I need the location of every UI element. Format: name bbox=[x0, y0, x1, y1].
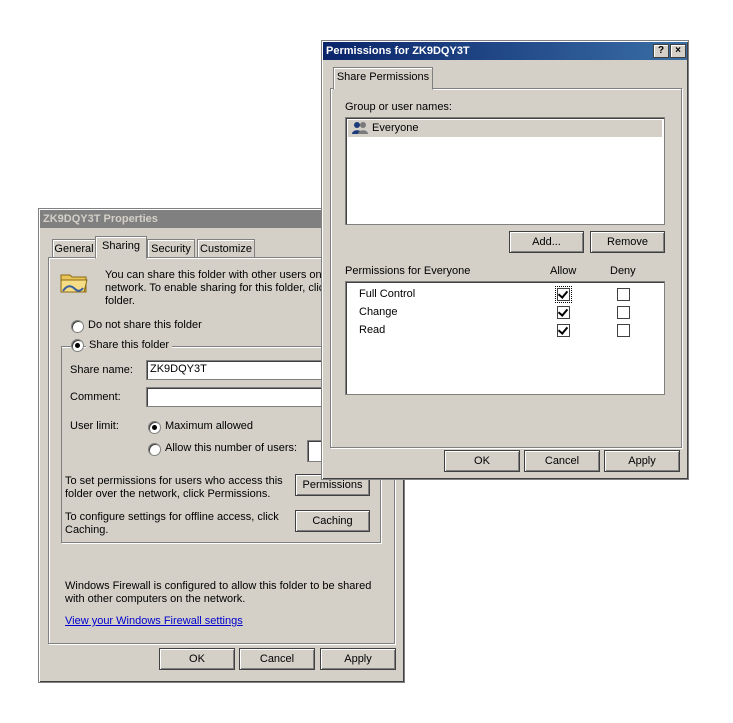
permissions-apply-button[interactable]: Apply bbox=[604, 450, 680, 472]
sharing-info-text: You can share this folder with other use… bbox=[105, 269, 331, 307]
full-control-deny-checkbox[interactable] bbox=[617, 288, 630, 301]
tab-sharing[interactable]: Sharing bbox=[95, 236, 147, 259]
allow-number-label[interactable]: Allow this number of users: bbox=[165, 442, 297, 454]
properties-apply-button[interactable]: Apply bbox=[320, 648, 396, 670]
comment-label: Comment: bbox=[70, 391, 121, 403]
tab-share-permissions[interactable]: Share Permissions bbox=[333, 67, 433, 90]
help-button[interactable]: ? bbox=[653, 44, 669, 58]
maximum-allowed-radio[interactable] bbox=[148, 421, 161, 434]
table-row: Full Control bbox=[346, 286, 664, 304]
change-allow-checkbox[interactable] bbox=[557, 306, 570, 319]
deny-header: Deny bbox=[610, 265, 636, 277]
permissions-list: Full Control Change Read bbox=[345, 281, 665, 395]
user-list[interactable]: Everyone bbox=[345, 117, 665, 225]
table-row: Change bbox=[346, 306, 664, 322]
table-row: Read bbox=[346, 324, 664, 340]
properties-ok-button[interactable]: OK bbox=[159, 648, 235, 670]
caching-button[interactable]: Caching bbox=[295, 510, 370, 532]
properties-cancel-button[interactable]: Cancel bbox=[239, 648, 315, 670]
share-this-folder-label[interactable]: Share this folder bbox=[86, 339, 173, 351]
read-allow-checkbox[interactable] bbox=[557, 324, 570, 337]
allow-header: Allow bbox=[550, 265, 577, 277]
permissions-window: Permissions for ZK9DQY3T ? × Share Permi… bbox=[321, 40, 689, 480]
close-button[interactable]: × bbox=[670, 44, 686, 58]
tab-customize[interactable]: Customize bbox=[197, 239, 255, 258]
do-not-share-label[interactable]: Do not share this folder bbox=[88, 319, 202, 331]
permissions-for-header: Permissions for Everyone bbox=[345, 265, 471, 277]
group-or-user-label: Group or user names: bbox=[345, 101, 452, 113]
shared-folder-icon bbox=[59, 267, 89, 297]
properties-title: ZK9DQY3T Properties bbox=[43, 213, 158, 225]
do-not-share-radio[interactable] bbox=[71, 320, 84, 333]
user-limit-label: User limit: bbox=[70, 420, 119, 432]
user-name-everyone: Everyone bbox=[372, 122, 419, 134]
permissions-ok-button[interactable]: OK bbox=[444, 450, 520, 472]
firewall-text: Windows Firewall is configured to allow … bbox=[65, 580, 372, 605]
share-name-label: Share name: bbox=[70, 364, 133, 376]
share-this-folder-radio[interactable] bbox=[71, 339, 84, 352]
add-button[interactable]: Add... bbox=[509, 231, 584, 253]
permissions-title-bar[interactable]: Permissions for ZK9DQY3T bbox=[323, 42, 687, 60]
permissions-help-text: To set permissions for users who access … bbox=[65, 475, 283, 500]
permission-name: Full Control bbox=[359, 288, 416, 300]
tab-security[interactable]: Security bbox=[147, 239, 195, 258]
full-control-allow-checkbox[interactable] bbox=[555, 286, 572, 303]
read-deny-checkbox[interactable] bbox=[617, 324, 630, 337]
permission-name: Read bbox=[359, 324, 386, 336]
firewall-settings-link[interactable]: View your Windows Firewall settings bbox=[65, 615, 243, 627]
maximum-allowed-label[interactable]: Maximum allowed bbox=[165, 420, 253, 432]
users-group-icon bbox=[352, 121, 368, 135]
list-item[interactable]: Everyone bbox=[348, 120, 662, 137]
permissions-title: Permissions for ZK9DQY3T bbox=[326, 45, 470, 57]
help-icon: ? bbox=[657, 45, 665, 56]
permission-name: Change bbox=[359, 306, 398, 318]
caching-help-text: To configure settings for offline access… bbox=[65, 511, 279, 536]
tab-general[interactable]: General bbox=[52, 239, 96, 258]
allow-number-radio[interactable] bbox=[148, 443, 161, 456]
remove-button[interactable]: Remove bbox=[590, 231, 665, 253]
close-icon: × bbox=[675, 45, 681, 56]
change-deny-checkbox[interactable] bbox=[617, 306, 630, 319]
permissions-cancel-button[interactable]: Cancel bbox=[524, 450, 600, 472]
